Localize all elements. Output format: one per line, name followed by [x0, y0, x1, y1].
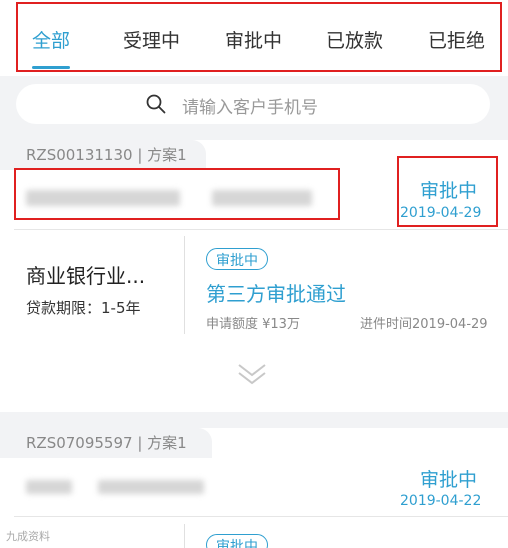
product-name: 商业银行业... [26, 264, 146, 288]
vertical-divider [184, 524, 185, 548]
status-badge: 审批中 [206, 534, 268, 548]
status-badge: 审批中 [206, 248, 268, 270]
blurred-customer-phone [98, 480, 204, 494]
divider [14, 229, 508, 230]
highlight-box-customer [14, 168, 340, 220]
status-date: 2019-04-22 [400, 493, 482, 509]
approval-stage: 第三方审批通过 [206, 282, 346, 306]
highlight-box-status [397, 156, 498, 227]
highlight-box-tabs [16, 2, 502, 72]
watermark: 九成资料 [6, 530, 50, 543]
status-label: 审批中 [420, 469, 478, 491]
expand-chevron-icon[interactable] [236, 360, 268, 388]
search-placeholder: 请输入客户手机号 [182, 98, 318, 118]
application-ref: RZS00131130 | 方案1 [0, 140, 206, 170]
apply-amount: 申请额度 ¥13万 [206, 317, 300, 332]
blurred-customer-name [26, 480, 72, 494]
divider [14, 516, 508, 517]
application-ref: RZS07095597 | 方案1 [0, 428, 212, 458]
vertical-divider [184, 236, 185, 334]
loan-term: 贷款期限：1-5年 [26, 299, 141, 317]
search-icon [146, 94, 166, 114]
submit-time: 进件时间2019-04-29 [360, 317, 488, 332]
